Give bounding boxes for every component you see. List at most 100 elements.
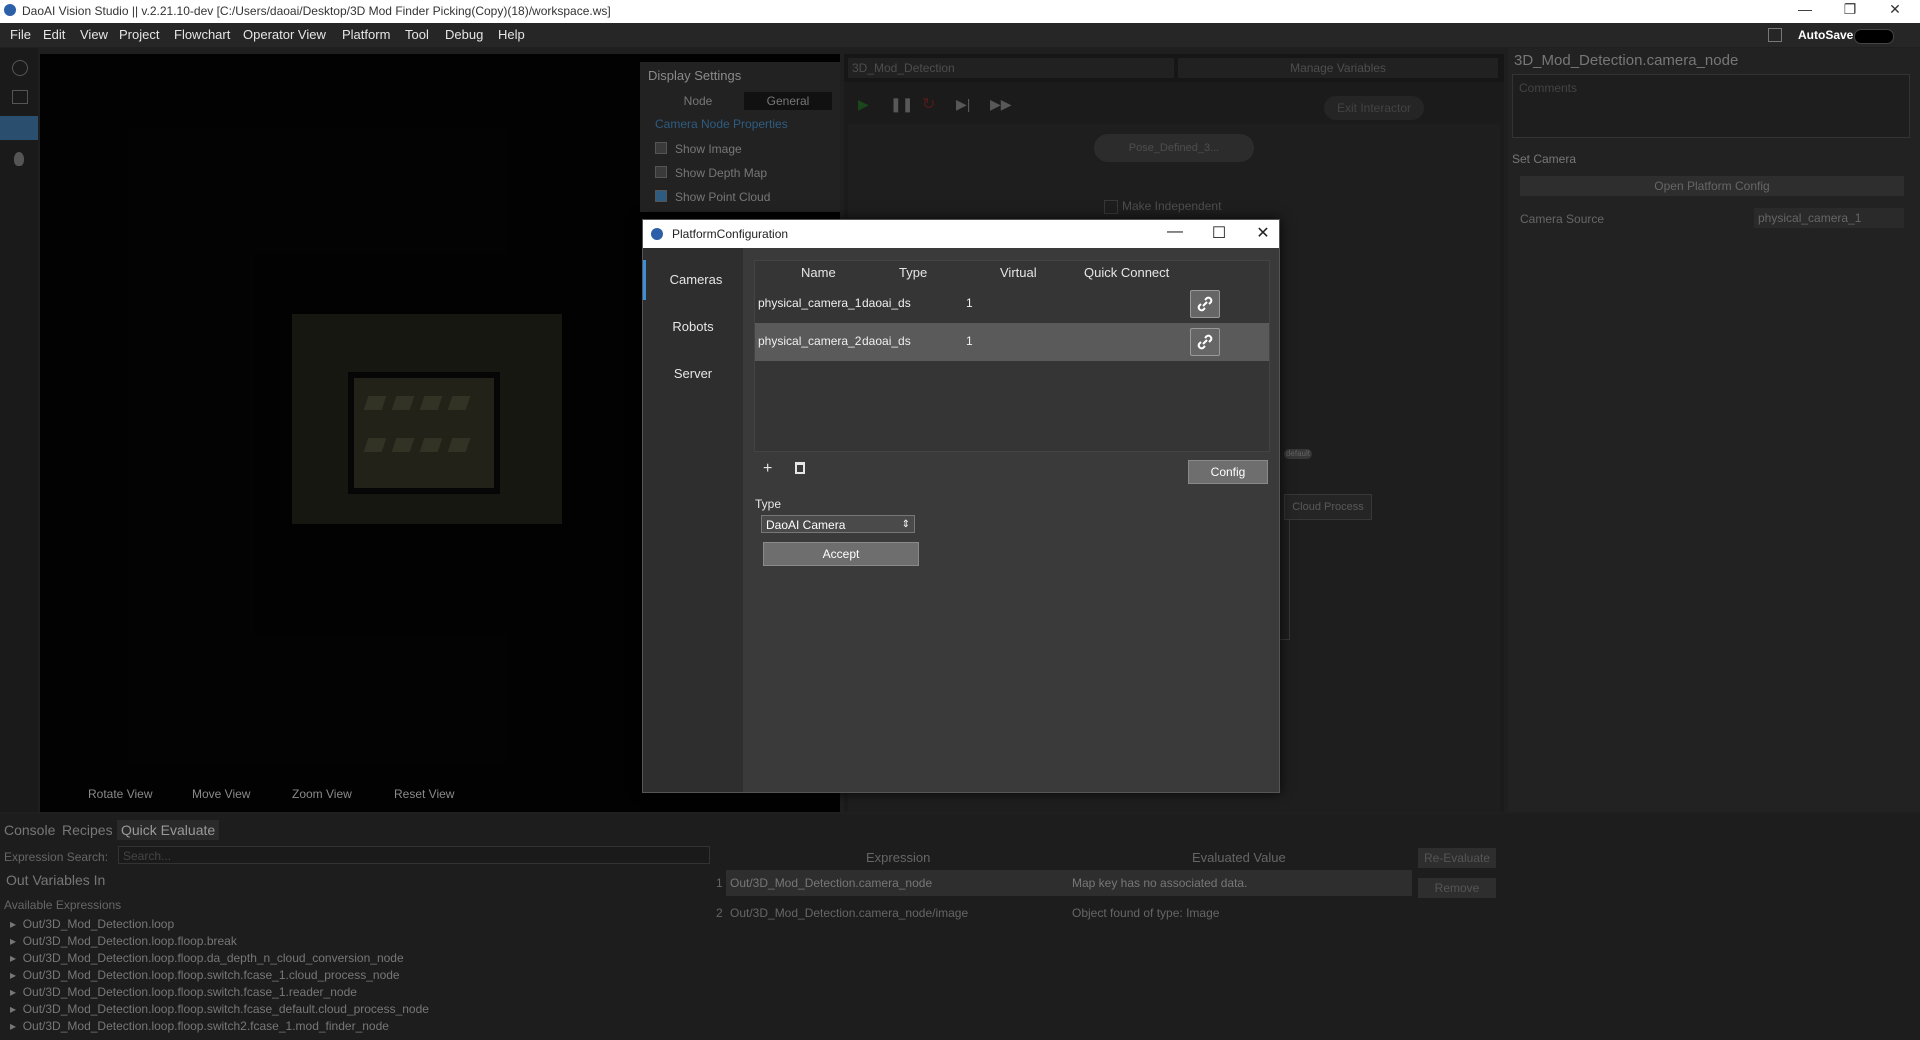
menu-platform[interactable]: Platform bbox=[342, 27, 390, 42]
comments-input[interactable]: Comments bbox=[1512, 74, 1910, 138]
zoom-view-button[interactable]: Zoom View bbox=[292, 787, 352, 801]
re-evaluate-button[interactable]: Re-Evaluate bbox=[1418, 848, 1496, 868]
menu-edit[interactable]: Edit bbox=[43, 27, 65, 42]
tab-quick-evaluate[interactable]: Quick Evaluate bbox=[117, 820, 220, 840]
expression-column-header: Expression bbox=[866, 850, 931, 865]
display-settings-panel: Display Settings Node General Camera Nod… bbox=[640, 62, 840, 212]
camera-virtual: 1 bbox=[966, 334, 973, 348]
maximize-button[interactable]: ❐ bbox=[1830, 1, 1870, 18]
cameras-table: Name Type Virtual Quick Connect physical… bbox=[754, 260, 1270, 452]
tree-item[interactable]: ▸ Out/3D_Mod_Detection.loop.floop.switch… bbox=[10, 968, 400, 982]
sidebar-item-cameras[interactable]: Cameras bbox=[643, 260, 746, 300]
camera-node-properties-label: Camera Node Properties bbox=[655, 117, 788, 131]
tree-item[interactable]: ▸ Out/3D_Mod_Detection.loop.floop.switch… bbox=[10, 1019, 389, 1033]
save-icon[interactable] bbox=[1768, 28, 1782, 42]
camera-source-label: Camera Source bbox=[1520, 212, 1605, 226]
camera-source-select[interactable]: physical_camera_1 bbox=[1754, 208, 1904, 228]
properties-title: 3D_Mod_Detection.camera_node bbox=[1514, 52, 1739, 69]
menu-help[interactable]: Help bbox=[498, 27, 525, 42]
link-icon bbox=[1197, 296, 1213, 312]
camera-type: daoai_ds bbox=[862, 334, 911, 348]
menu-tool[interactable]: Tool bbox=[405, 27, 429, 42]
flowchart-icon[interactable] bbox=[0, 116, 38, 140]
menu-bar: File Edit View Project Flowchart Operato… bbox=[0, 23, 1920, 47]
camera-name: physical_camera_2 bbox=[758, 334, 862, 348]
quick-connect-button[interactable] bbox=[1190, 290, 1220, 318]
show-point-cloud-checkbox[interactable]: Show Point Cloud bbox=[655, 190, 770, 204]
reset-view-button[interactable]: Reset View bbox=[394, 787, 454, 801]
quick-connect-button[interactable] bbox=[1190, 328, 1220, 356]
sidebar-item-robots[interactable]: Robots bbox=[643, 307, 743, 347]
menu-file[interactable]: File bbox=[10, 27, 31, 42]
left-toolbar bbox=[0, 48, 38, 812]
evaluated-value-column-header: Evaluated Value bbox=[1192, 850, 1286, 865]
table-row[interactable]: physical_camera_1 daoai_ds 1 bbox=[755, 285, 1269, 323]
expression-search-input[interactable]: Search... bbox=[118, 846, 710, 864]
show-image-checkbox[interactable]: Show Image bbox=[655, 142, 742, 156]
table-row[interactable]: 2 Out/3D_Mod_Detection.camera_node/image… bbox=[716, 900, 1412, 926]
set-camera-section[interactable]: Set Camera bbox=[1512, 152, 1576, 166]
config-button[interactable]: Config bbox=[1188, 460, 1268, 484]
expression-search-label: Expression Search: bbox=[4, 850, 109, 864]
display-settings-header[interactable]: Display Settings bbox=[648, 68, 741, 83]
sidebar-item-server[interactable]: Server bbox=[643, 354, 743, 394]
tree-item[interactable]: ▸ Out/3D_Mod_Detection.loop.floop.break bbox=[10, 934, 237, 948]
autosave-label: AutoSave bbox=[1798, 28, 1854, 42]
tree-item[interactable]: ▸ Out/3D_Mod_Detection.loop.floop.switch… bbox=[10, 985, 357, 999]
minimize-button[interactable]: — bbox=[1785, 1, 1825, 17]
camera-type: daoai_ds bbox=[862, 296, 911, 310]
type-label: Type bbox=[755, 497, 782, 511]
menu-project[interactable]: Project bbox=[119, 27, 159, 42]
dialog-close-button[interactable]: ✕ bbox=[1251, 223, 1275, 243]
type-column-header[interactable]: Type bbox=[899, 265, 927, 280]
table-row[interactable]: physical_camera_2 daoai_ds 1 bbox=[755, 323, 1269, 361]
show-depth-map-checkbox[interactable]: Show Depth Map bbox=[655, 166, 767, 180]
trash-icon[interactable] bbox=[795, 462, 805, 474]
link-icon bbox=[1197, 334, 1213, 350]
tab-console[interactable]: Console bbox=[4, 822, 55, 838]
menu-operator-view[interactable]: Operator View bbox=[243, 27, 326, 42]
camera-type-select[interactable]: DaoAI Camera ⇕ bbox=[761, 515, 915, 533]
out-variables-label: Out Variables In bbox=[6, 872, 106, 888]
rotate-view-button[interactable]: Rotate View bbox=[88, 787, 152, 801]
tab-node[interactable]: Node bbox=[654, 92, 742, 110]
dialog-sidebar: Cameras Robots Server bbox=[643, 248, 743, 792]
open-platform-config-button[interactable]: Open Platform Config bbox=[1520, 176, 1904, 196]
table-row[interactable]: 1 Out/3D_Mod_Detection.camera_node Map k… bbox=[716, 870, 1412, 896]
available-expressions-label: Available Expressions bbox=[4, 898, 122, 912]
menu-view[interactable]: View bbox=[80, 27, 108, 42]
tab-general[interactable]: General bbox=[744, 92, 832, 110]
dialog-maximize-button[interactable]: ☐ bbox=[1207, 223, 1231, 243]
add-camera-button[interactable]: + bbox=[763, 460, 772, 478]
tree-item[interactable]: ▸ Out/3D_Mod_Detection.loop.floop.da_dep… bbox=[10, 951, 404, 965]
dialog-minimize-button[interactable]: — bbox=[1163, 223, 1187, 241]
camera-name: physical_camera_1 bbox=[758, 296, 862, 310]
virtual-column-header[interactable]: Virtual bbox=[1000, 265, 1037, 280]
bottom-panel: Console Recipes Quick Evaluate Expressio… bbox=[0, 814, 1920, 1040]
monitor-icon[interactable] bbox=[12, 90, 28, 104]
menu-flowchart[interactable]: Flowchart bbox=[174, 27, 230, 42]
move-view-button[interactable]: Move View bbox=[192, 787, 250, 801]
tree-item[interactable]: ▸ Out/3D_Mod_Detection.loop.floop.switch… bbox=[10, 1002, 429, 1016]
close-button[interactable]: ✕ bbox=[1875, 1, 1915, 18]
eye-icon[interactable] bbox=[12, 60, 28, 76]
menu-debug[interactable]: Debug bbox=[445, 27, 483, 42]
camera-virtual: 1 bbox=[966, 296, 973, 310]
window-titlebar: DaoAI Vision Studio || v.2.21.10-dev [C:… bbox=[0, 0, 1920, 23]
platform-configuration-dialog: PlatformConfiguration — ☐ ✕ Cameras Robo… bbox=[642, 219, 1280, 793]
window-title: DaoAI Vision Studio || v.2.21.10-dev [C:… bbox=[22, 4, 611, 18]
accept-button[interactable]: Accept bbox=[763, 542, 919, 566]
quick-connect-column-header[interactable]: Quick Connect bbox=[1084, 265, 1169, 280]
app-logo-icon bbox=[651, 228, 663, 240]
bulb-icon[interactable] bbox=[14, 152, 24, 166]
tree-item[interactable]: ▸ Out/3D_Mod_Detection.loop bbox=[10, 917, 174, 931]
updown-icon: ⇕ bbox=[901, 519, 910, 530]
dialog-titlebar: PlatformConfiguration — ☐ ✕ bbox=[643, 220, 1279, 248]
properties-panel: 3D_Mod_Detection.camera_node Comments Se… bbox=[1508, 48, 1920, 812]
remove-button[interactable]: Remove bbox=[1418, 878, 1496, 898]
name-column-header[interactable]: Name bbox=[801, 265, 836, 280]
dialog-title: PlatformConfiguration bbox=[672, 227, 789, 241]
app-logo-icon bbox=[4, 4, 16, 16]
tab-recipes[interactable]: Recipes bbox=[62, 822, 113, 838]
autosave-toggle[interactable] bbox=[1854, 29, 1894, 44]
